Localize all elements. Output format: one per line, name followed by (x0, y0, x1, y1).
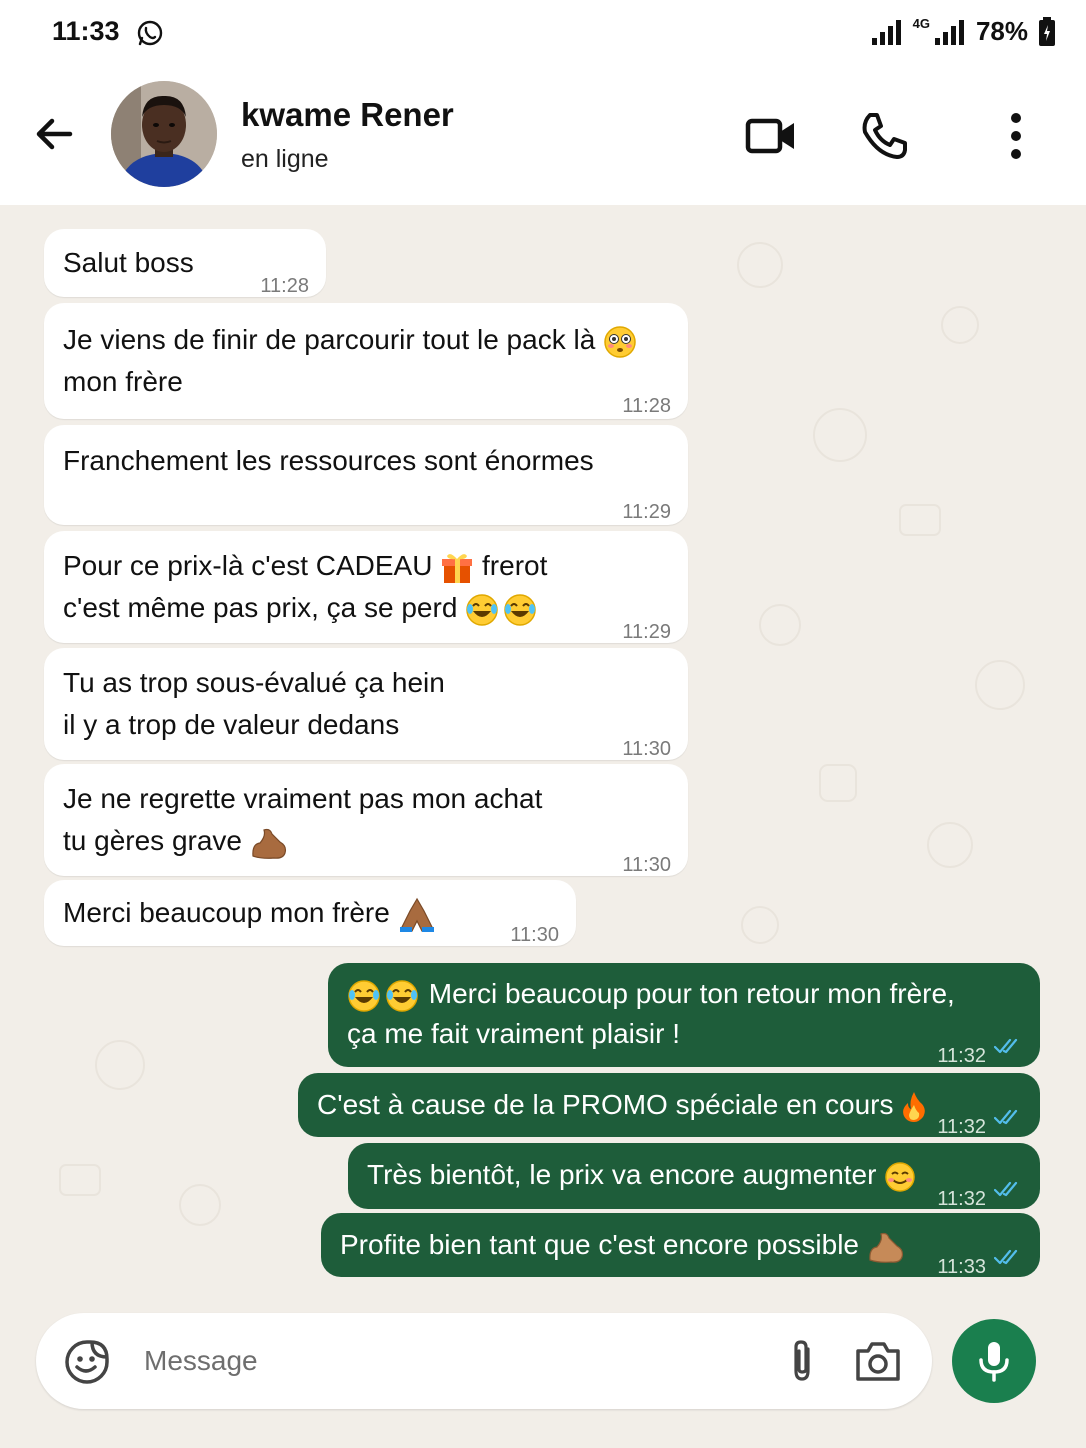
message-text-line: il y a trop de valeur dedans (63, 709, 400, 740)
message-text-line: mon frère (63, 366, 183, 397)
battery-percent: 78% (975, 16, 1028, 46)
laughing-tears-emoji-icon (466, 593, 536, 626)
read-receipt-icon (994, 1181, 1018, 1197)
message-time: 11:32 (937, 1116, 986, 1138)
message-text-line: tu gères grave (63, 820, 288, 862)
incoming-message[interactable]: Merci beaucoup mon frère 11:30 (44, 880, 576, 946)
signal-icon (871, 19, 901, 45)
incoming-message[interactable]: Je ne regrette vraiment pas mon achat tu… (44, 764, 688, 876)
message-text: Franchement les ressources sont énormes (63, 445, 594, 476)
status-right: 4G 78% (871, 16, 1056, 47)
contact-name[interactable]: kwame Rener (241, 96, 454, 134)
message-text-line: c'est même pas prix, ça se perd (63, 587, 539, 629)
message-text-line: Pour ce prix-là c'est CADEAU frerot (63, 545, 547, 587)
battery-icon (1039, 16, 1055, 46)
message-time: 11:28 (260, 275, 309, 297)
laughing-tears-emoji-icon (348, 979, 418, 1012)
message-time: 11:30 (510, 924, 559, 946)
message-text-line: Très bientôt, le prix va encore augmente… (367, 1154, 916, 1196)
message-text-line: Je ne regrette vraiment pas mon achat (63, 783, 543, 814)
message-time: 11:30 (622, 854, 671, 876)
chat-header: kwame Rener en ligne (0, 68, 1086, 205)
read-receipt-icon (994, 1109, 1018, 1125)
contact-status: en ligne (241, 145, 329, 173)
incoming-message[interactable]: Tu as trop sous-évalué ça hein il y a tr… (44, 648, 688, 760)
more-options-icon[interactable] (988, 108, 1044, 164)
read-receipt-icon (994, 1249, 1018, 1265)
network-type: 4G (912, 16, 930, 31)
outgoing-message[interactable]: Profite bien tant que c'est encore possi… (321, 1213, 1040, 1278)
message-text-line: Merci beaucoup pour ton retour mon frère… (347, 973, 955, 1015)
smiling-face-emoji-icon (885, 1161, 915, 1192)
message-text-line: Profite bien tant que c'est encore possi… (340, 1224, 905, 1266)
folded-hands-emoji-icon (399, 897, 434, 932)
message-text-line: Tu as trop sous-évalué ça hein (63, 667, 445, 698)
sticker-icon[interactable] (64, 1339, 110, 1385)
message-input[interactable] (144, 1337, 744, 1385)
message-time: 11:29 (622, 621, 671, 643)
message-text-line: ça me fait vraiment plaisir ! (347, 1018, 680, 1049)
message-time: 11:32 (937, 1045, 986, 1067)
incoming-message[interactable]: Je viens de finir de parcourir tout le p… (44, 303, 688, 419)
message-text: Salut boss (63, 247, 194, 278)
flushed-face-emoji-icon (604, 325, 636, 358)
back-arrow-icon[interactable] (30, 110, 78, 158)
attach-icon[interactable] (784, 1337, 820, 1385)
outgoing-message[interactable]: Merci beaucoup pour ton retour mon frère… (328, 963, 1040, 1067)
read-receipt-icon (994, 1038, 1018, 1054)
gift-emoji-icon (442, 553, 473, 583)
message-text-line: C'est à cause de la PROMO spéciale en co… (317, 1084, 927, 1126)
status-time: 11:33 (52, 16, 120, 46)
contact-avatar[interactable] (111, 81, 217, 187)
outgoing-message[interactable]: Très bientôt, le prix va encore augmente… (348, 1143, 1040, 1210)
camera-icon[interactable] (854, 1339, 902, 1383)
incoming-message[interactable]: Salut boss 11:28 (44, 229, 326, 297)
chat-area: Salut boss 11:28 Je viens de finir de pa… (0, 205, 1086, 1448)
video-call-icon[interactable] (742, 108, 798, 164)
message-text-line: Je viens de finir de parcourir tout le p… (63, 319, 637, 361)
message-text-line: Merci beaucoup mon frère (63, 892, 436, 934)
phone-icon[interactable] (856, 108, 912, 164)
whatsapp-icon (137, 20, 163, 46)
voice-message-button[interactable] (952, 1319, 1036, 1403)
microphone-icon (979, 1342, 1009, 1382)
status-bar: 11:33 4G 78% (0, 0, 1086, 68)
incoming-message[interactable]: Pour ce prix-là c'est CADEAU frerot c'es… (44, 531, 688, 643)
message-composer (36, 1313, 932, 1409)
flexed-biceps-emoji-icon (252, 828, 286, 859)
fire-emoji-icon (903, 1091, 926, 1122)
incoming-message[interactable]: Franchement les ressources sont énormes … (44, 425, 688, 525)
outgoing-message[interactable]: C'est à cause de la PROMO spéciale en co… (298, 1073, 1040, 1138)
message-time: 11:33 (937, 1256, 986, 1278)
message-time: 11:29 (622, 501, 671, 523)
signal-icon-2 (934, 19, 964, 45)
message-time: 11:28 (622, 395, 671, 417)
flexed-biceps-emoji-icon (869, 1232, 903, 1263)
